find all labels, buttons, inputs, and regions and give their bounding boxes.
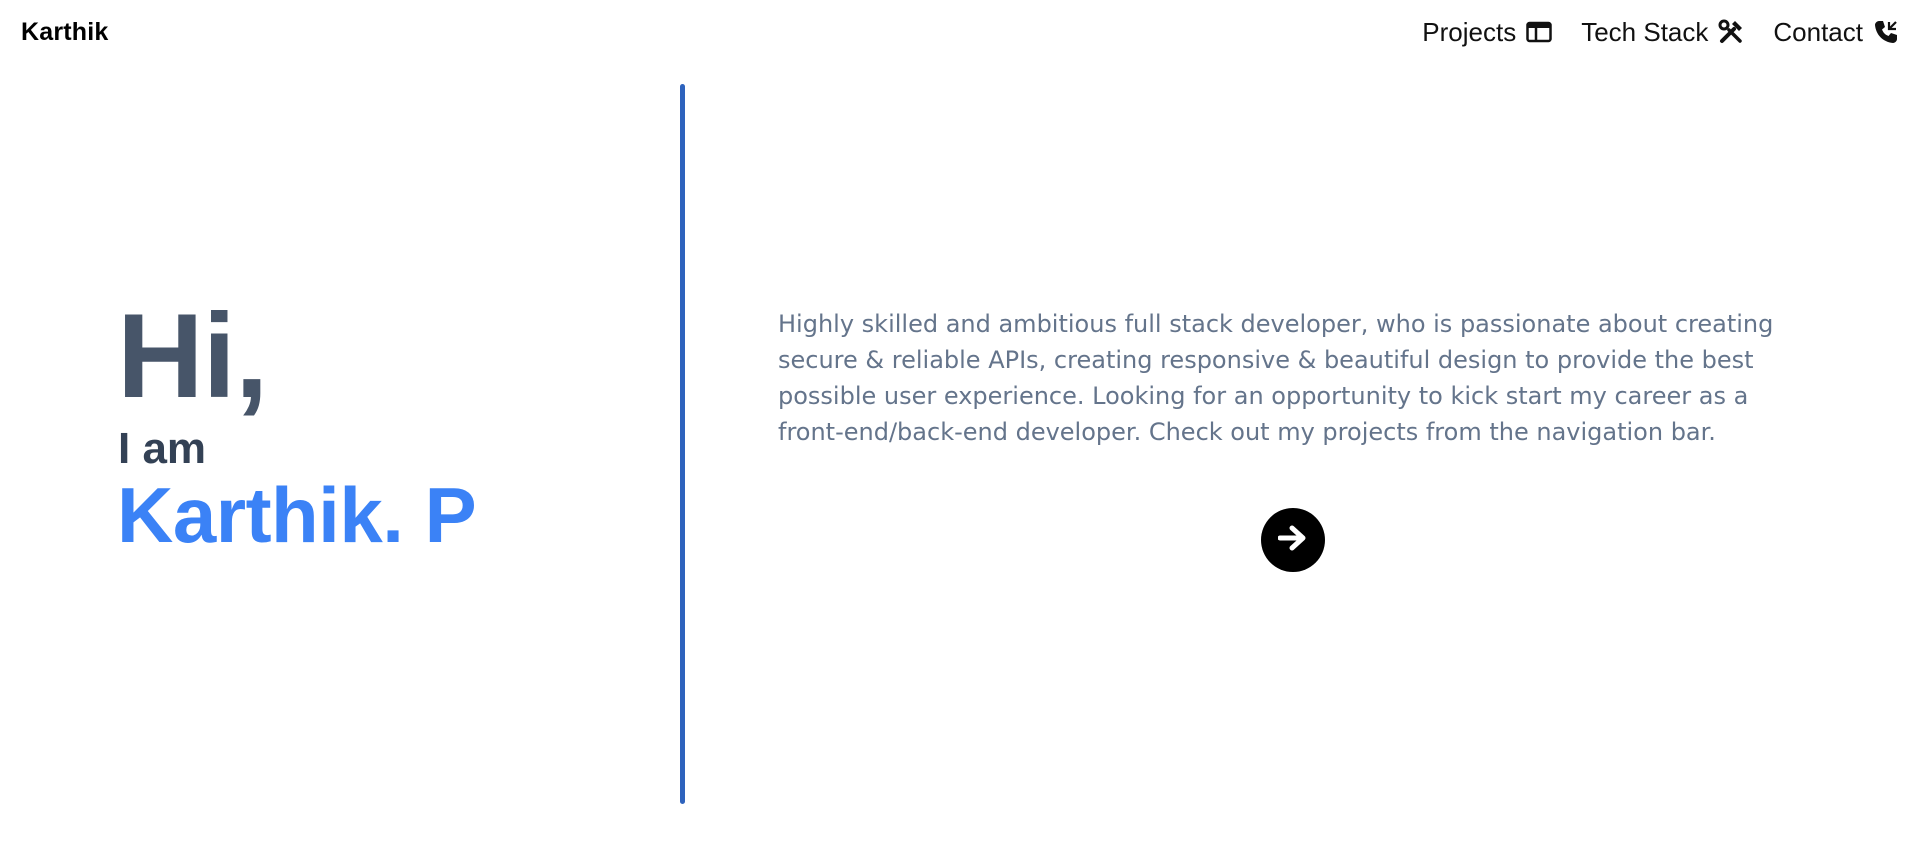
top-navbar: Karthik Projects Tech Stack Contact (0, 0, 1920, 66)
browser-window-icon (1525, 18, 1553, 46)
nav-item-label: Tech Stack (1581, 17, 1709, 47)
hero-name: Karthik. P (117, 471, 477, 559)
vertical-divider (680, 84, 685, 804)
brand-logo-text[interactable]: Karthik (21, 18, 109, 47)
arrow-right-icon (1277, 525, 1308, 556)
hero-greeting: Hi, (117, 289, 268, 423)
main-nav: Projects Tech Stack Contact (1394, 16, 1900, 48)
nav-item-label: Contact (1773, 17, 1863, 47)
nav-item-tech-stack[interactable]: Tech Stack (1581, 16, 1745, 48)
hero-intro: I am (118, 424, 207, 473)
phone-icon (1872, 18, 1900, 46)
nav-item-label: Projects (1422, 17, 1517, 47)
tools-icon (1717, 18, 1745, 46)
nav-item-contact[interactable]: Contact (1773, 16, 1900, 48)
nav-item-projects[interactable]: Projects (1422, 16, 1553, 48)
about-text: Highly skilled and ambitious full stack … (778, 310, 1774, 446)
next-arrow-button[interactable] (1261, 508, 1325, 572)
